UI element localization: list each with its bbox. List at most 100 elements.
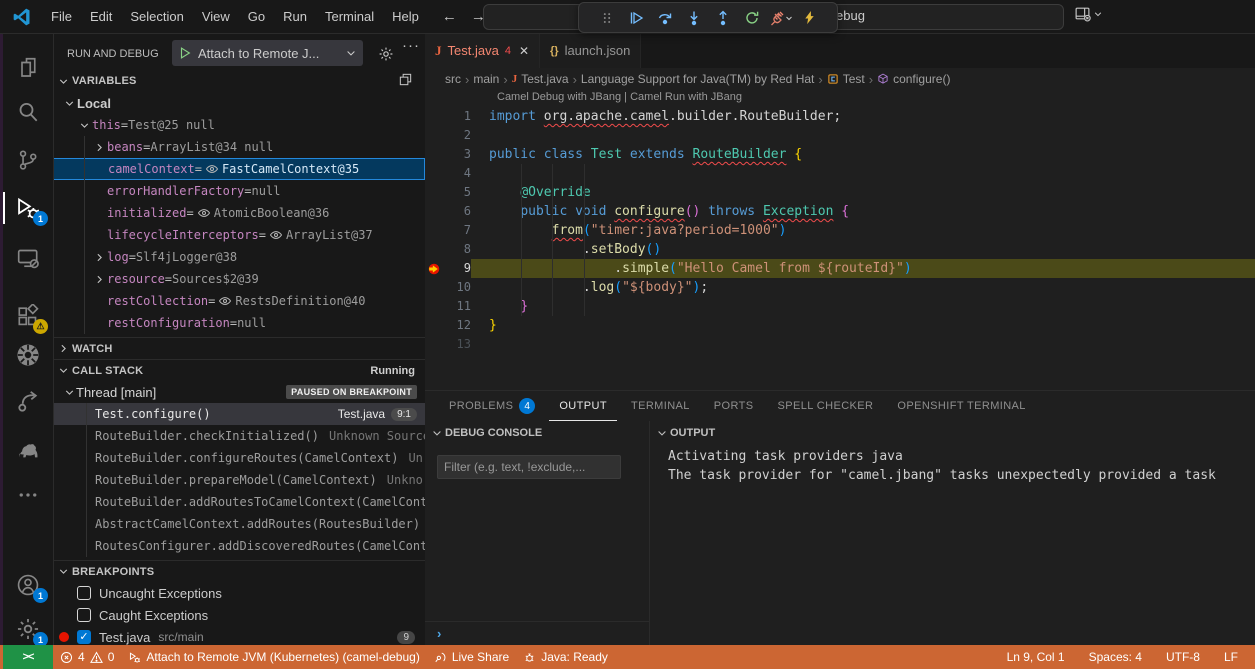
debug-console-header[interactable]: DEBUG CONSOLE [425,421,649,445]
step-over-icon[interactable] [650,6,679,30]
menu-edit[interactable]: Edit [81,6,121,27]
activity-camel[interactable] [3,429,52,469]
activity-search[interactable] [3,92,52,132]
customize-layout-button[interactable] [1074,5,1103,22]
restart-icon[interactable] [737,6,766,30]
menu-view[interactable]: View [193,6,239,27]
gutter-breakpoint-zone[interactable] [425,259,445,278]
gutter-breakpoint-zone[interactable] [425,316,445,335]
panel-tab-output[interactable]: OUTPUT [549,391,617,421]
code-line[interactable]: 11 } [425,297,1255,316]
gutter-breakpoint-zone[interactable] [425,278,445,297]
menu-run[interactable]: Run [274,6,316,27]
stack-frame[interactable]: RouteBuilder.prepareModel(CamelContext)U… [53,469,425,491]
activity-more[interactable] [3,475,52,515]
stack-frame[interactable]: RouteBuilder.configureRoutes(CamelContex… [53,447,425,469]
debug-settings-gear-icon[interactable] [378,46,394,62]
variable-row-camelcontext[interactable]: camelContext = FastCamelContext@35 [53,158,425,180]
disconnect-icon[interactable] [766,6,795,30]
breadcrumb-item[interactable]: Language Support for Java(TM) by Red Hat [581,72,814,86]
tab-launch-json[interactable]: {}launch.json [540,33,641,68]
variable-row-local[interactable]: Local [53,92,425,114]
status-java[interactable]: Java: Ready [516,650,615,664]
breakpoint-checkbox[interactable] [77,608,91,622]
continue-icon[interactable] [621,6,650,30]
variable-row-restcollection[interactable]: restCollection = RestsDefinition@40 [53,290,425,312]
tab-test-java[interactable]: JTest.java4✕ [425,33,540,68]
hot-code-replace-icon[interactable] [795,6,824,30]
menu-go[interactable]: Go [239,6,274,27]
status-eol[interactable]: LF [1217,650,1245,664]
code-line[interactable]: 6 public void configure() throws Excepti… [425,202,1255,221]
activity-source-control[interactable] [3,140,52,180]
output-log[interactable]: Activating task providers javaThe task p… [668,447,1251,485]
step-out-icon[interactable] [708,6,737,30]
activity-accounts[interactable]: 1 [3,565,52,605]
drag-handle-icon[interactable] [592,6,621,30]
variable-row-errorhandlerfactory[interactable]: errorHandlerFactory = null [53,180,425,202]
lazy-eval-eye-icon[interactable] [218,295,232,307]
variables-section[interactable]: VARIABLES [53,70,425,92]
activity-extensions[interactable]: ⚠ [3,296,52,336]
go-back-icon[interactable]: ← [442,8,457,25]
variable-row-restconfiguration[interactable]: restConfiguration = null [53,312,425,334]
code-line[interactable]: 4 [425,164,1255,183]
breakpoint-row[interactable]: Uncaught Exceptions [53,582,425,604]
call-stack-section[interactable]: CALL STACKRunning [53,359,425,381]
panel-tab-problems[interactable]: PROBLEMS4 [439,391,545,421]
variable-row-resource[interactable]: resource = Sources$2@39 [53,268,425,290]
breadcrumb-item[interactable]: main [473,72,499,86]
lazy-eval-eye-icon[interactable] [197,207,211,219]
gutter-breakpoint-zone[interactable] [425,164,445,183]
breakpoint-checkbox[interactable] [77,586,91,600]
breadcrumb[interactable]: src›main›JTest.java›Language Support for… [425,68,1255,90]
gutter-breakpoint-zone[interactable] [425,335,445,354]
lazy-eval-eye-icon[interactable] [269,229,283,241]
code-line[interactable]: 2 [425,126,1255,145]
code-area[interactable]: 1import org.apache.camel.builder.RouteBu… [425,107,1255,354]
stack-frame[interactable]: RouteBuilder.addRoutesToCamelContext(Cam… [53,491,425,513]
menu-help[interactable]: Help [383,6,428,27]
breakpoint-row[interactable]: Caught Exceptions [53,604,425,626]
stack-frame[interactable]: Test.configure()Test.java9:1 [53,403,425,425]
gutter-breakpoint-zone[interactable] [425,145,445,164]
menu-selection[interactable]: Selection [121,6,192,27]
debug-console-input[interactable]: › [425,621,649,645]
breadcrumb-item[interactable]: Test [827,72,865,86]
breadcrumb-item[interactable]: configure() [877,72,950,86]
status-problems[interactable]: 40 [53,650,121,664]
status-live-share[interactable]: Live Share [427,650,516,664]
gutter-breakpoint-zone[interactable] [425,202,445,221]
breadcrumb-item[interactable]: src [445,72,461,86]
code-line[interactable]: 1import org.apache.camel.builder.RouteBu… [425,107,1255,126]
status-cursor-position[interactable]: Ln 9, Col 1 [1000,650,1072,664]
close-icon[interactable]: ✕ [519,44,529,58]
lazy-eval-eye-icon[interactable] [205,163,219,175]
codelens-actions[interactable]: Camel Debug with JBang | Camel Run with … [497,91,742,103]
activity-kubernetes[interactable] [3,335,52,375]
code-line[interactable]: 13 [425,335,1255,354]
panel-tab-spell-checker[interactable]: SPELL CHECKER [768,391,884,421]
variable-row-initialized[interactable]: initialized = AtomicBoolean@36 [53,202,425,224]
breakpoints-section[interactable]: BREAKPOINTS [53,560,425,582]
stack-frame[interactable]: AbstractCamelContext.addRoutes(RoutesBui… [53,513,425,535]
gutter-breakpoint-zone[interactable] [425,297,445,316]
code-line[interactable]: 3public class Test extends RouteBuilder … [425,145,1255,164]
variable-row-lifecycleinterceptors[interactable]: lifecycleInterceptors = ArrayList@37 [53,224,425,246]
thread-row[interactable]: Thread [main]PAUSED ON BREAKPOINT [53,381,425,403]
breakpoint-checkbox[interactable]: ✓ [77,630,91,644]
activity-run-and-debug[interactable]: 1 [3,188,52,228]
code-line[interactable]: 9 .simple("Hello Camel from ${routeId}") [425,259,1255,278]
gutter-breakpoint-zone[interactable] [425,107,445,126]
status-debug-target[interactable]: Attach to Remote JVM (Kubernetes) (camel… [121,650,426,664]
panel-tab-terminal[interactable]: TERMINAL [621,391,700,421]
debug-start-icon[interactable] [178,46,192,60]
gutter-breakpoint-zone[interactable] [425,126,445,145]
gutter-breakpoint-zone[interactable] [425,240,445,259]
more-actions-icon[interactable]: ··· [402,37,420,54]
code-line[interactable]: 7 from("timer:java?period=1000") [425,221,1255,240]
variable-row-beans[interactable]: beans = ArrayList@34 null [53,136,425,158]
step-into-icon[interactable] [679,6,708,30]
code-line[interactable]: 5 @Override [425,183,1255,202]
variable-row-this[interactable]: this = Test@25 null [53,114,425,136]
